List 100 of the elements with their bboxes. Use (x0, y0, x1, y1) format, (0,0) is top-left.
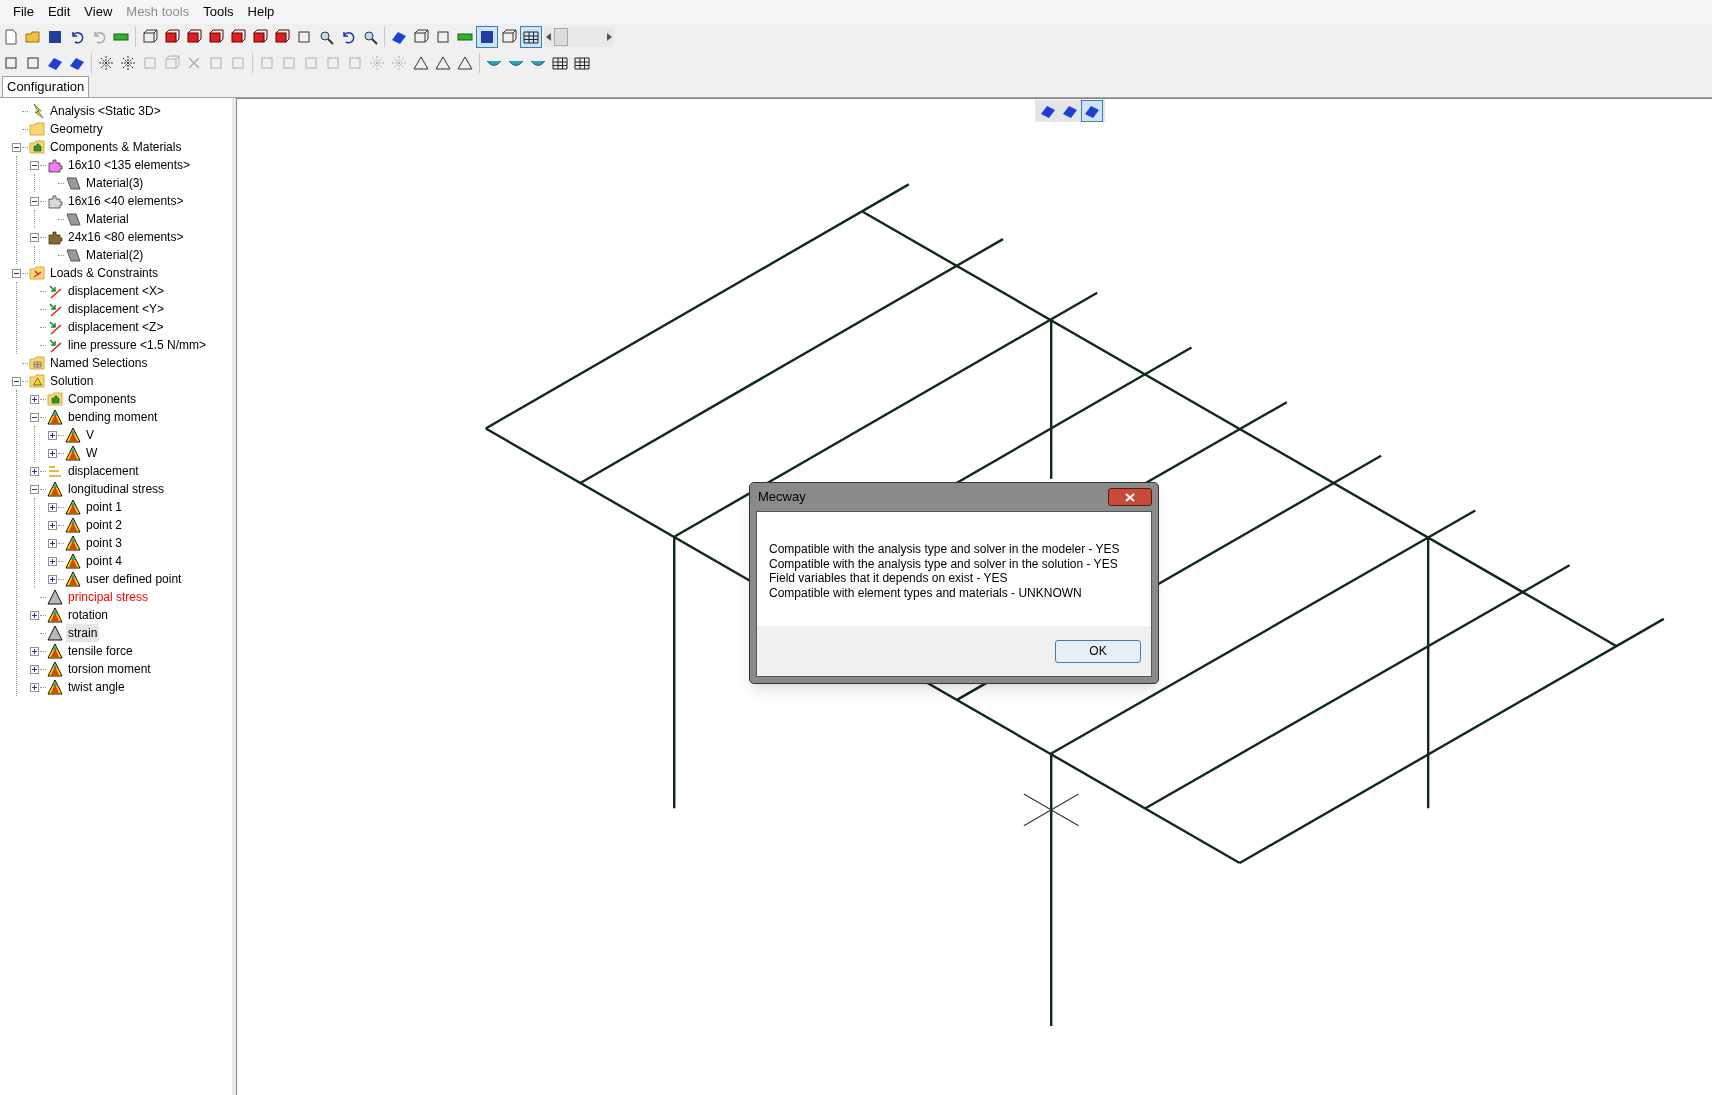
triangle-icon (65, 427, 81, 443)
tree-item[interactable]: line pressure <1.5 N/mm> (66, 336, 209, 354)
expand-icon[interactable] (47, 538, 57, 548)
triangle-icon (65, 499, 81, 515)
tree-item[interactable]: principal stress (66, 588, 151, 606)
dialog-message: Compatible with element types and materials - UNKNOWN (769, 585, 1083, 600)
material-icon (65, 175, 81, 191)
triangle-icon (47, 589, 63, 605)
folder-icon (29, 121, 45, 137)
collapse-icon[interactable] (29, 484, 39, 494)
menu-item[interactable]: Tools (196, 2, 241, 22)
slider[interactable] (544, 27, 614, 47)
triangle-icon (47, 661, 63, 677)
displacement-icon (47, 463, 63, 479)
load-arrow-icon (47, 337, 63, 353)
tree-item[interactable]: W (84, 444, 100, 462)
tree-item[interactable]: displacement <Z> (66, 318, 166, 336)
folder-icon (29, 355, 45, 371)
folder-icon (29, 373, 45, 389)
triangle-icon (65, 535, 81, 551)
triangle-icon (47, 679, 63, 695)
collapse-icon[interactable] (11, 376, 21, 386)
tree-item[interactable]: Solution (48, 372, 96, 390)
tree-item[interactable]: point 1 (84, 498, 125, 516)
collapse-icon[interactable] (29, 232, 39, 242)
tree-item[interactable]: twist angle (66, 678, 127, 696)
tree-item[interactable]: 24x16 <80 elements> (66, 228, 186, 246)
tree-item[interactable]: V (84, 426, 96, 444)
slider-thumb[interactable] (553, 28, 568, 46)
load-arrow-icon (47, 319, 63, 335)
triangle-icon (47, 481, 63, 497)
tree-item[interactable]: displacement (66, 462, 141, 480)
tree-item[interactable]: displacement <X> (66, 282, 167, 300)
triangle-icon (65, 445, 81, 461)
tree-item[interactable]: bending moment (66, 408, 160, 426)
tree-item[interactable]: torsion moment (66, 660, 153, 678)
dialog-message: Field variables that it depends on exist - YES (769, 571, 1009, 586)
tree-item[interactable]: Analysis <Static 3D> (48, 102, 163, 120)
menu-item[interactable]: Edit (40, 2, 78, 22)
expand-icon[interactable] (47, 502, 57, 512)
tree-item[interactable]: point 2 (84, 516, 125, 534)
tree-item[interactable]: 16x16 <40 elements> (66, 192, 186, 210)
triangle-icon (47, 607, 63, 623)
tree-item[interactable]: user defined point (84, 570, 184, 588)
tree-item[interactable]: rotation (66, 606, 111, 624)
right-arrow-icon[interactable] (607, 33, 612, 41)
tree-item[interactable]: strain (66, 624, 100, 642)
material-icon (65, 211, 81, 227)
triangle-icon (65, 571, 81, 587)
expand-icon[interactable] (29, 610, 39, 620)
triangle-icon (47, 643, 63, 659)
dialog-message: Compatible with the analysis type and solver in the solution - YES (769, 556, 1119, 571)
expand-icon[interactable] (29, 466, 39, 476)
expand-icon[interactable] (29, 682, 39, 692)
collapse-icon[interactable] (29, 196, 39, 206)
tree-item[interactable]: point 4 (84, 552, 125, 570)
tree-item[interactable]: Loads & Constraints (48, 264, 161, 282)
menu-item[interactable]: File (6, 2, 41, 22)
triangle-icon (47, 409, 63, 425)
expand-icon[interactable] (47, 520, 57, 530)
tree-item[interactable]: Components & Materials (48, 138, 184, 156)
dialog-message: Compatible with the analysis type and solver in the modeler - YES (769, 542, 1121, 557)
tree-item[interactable]: Components (66, 390, 139, 408)
ok-button[interactable]: OK (1055, 639, 1141, 663)
collapse-icon[interactable] (29, 160, 39, 170)
expand-icon[interactable] (47, 556, 57, 566)
tree-item[interactable]: Material(2) (84, 246, 146, 264)
collapse-icon[interactable] (11, 268, 21, 278)
close-button[interactable] (1108, 488, 1152, 506)
material-icon (65, 247, 81, 263)
triangle-icon (65, 517, 81, 533)
tree-item[interactable]: Named Selections (48, 354, 150, 372)
tree-item[interactable]: 16x10 <135 elements> (66, 156, 193, 174)
tree-item[interactable]: longitudinal stress (66, 480, 167, 498)
tree-item[interactable]: displacement <Y> (66, 300, 167, 318)
tree-item[interactable]: point 3 (84, 534, 125, 552)
load-arrow-icon (47, 283, 63, 299)
left-arrow-icon[interactable] (546, 33, 551, 41)
expand-icon[interactable] (47, 448, 57, 458)
tab[interactable]: Configuration (2, 76, 90, 97)
tree-item[interactable]: tensile force (66, 642, 135, 660)
expand-icon[interactable] (29, 646, 39, 656)
tree-item[interactable]: Geometry (48, 120, 105, 138)
menu-item[interactable]: View (77, 2, 120, 22)
menu-item[interactable]: Help (240, 2, 282, 22)
expand-icon[interactable] (47, 574, 57, 584)
close-icon (1125, 492, 1135, 502)
triangle-icon (65, 553, 81, 569)
collapse-icon[interactable] (11, 142, 21, 152)
expand-icon[interactable] (29, 394, 39, 404)
dialog-title: Mecway (757, 488, 806, 507)
triangle-icon (47, 625, 63, 641)
collapse-icon[interactable] (29, 412, 39, 422)
tree-item[interactable]: Material(3) (84, 174, 146, 192)
expand-icon[interactable] (29, 664, 39, 674)
tree-item[interactable]: Material (84, 210, 131, 228)
expand-icon[interactable] (47, 430, 57, 440)
axis-marker-icon (1023, 793, 1080, 827)
folder-icon (47, 391, 63, 407)
folder-icon (29, 139, 45, 155)
